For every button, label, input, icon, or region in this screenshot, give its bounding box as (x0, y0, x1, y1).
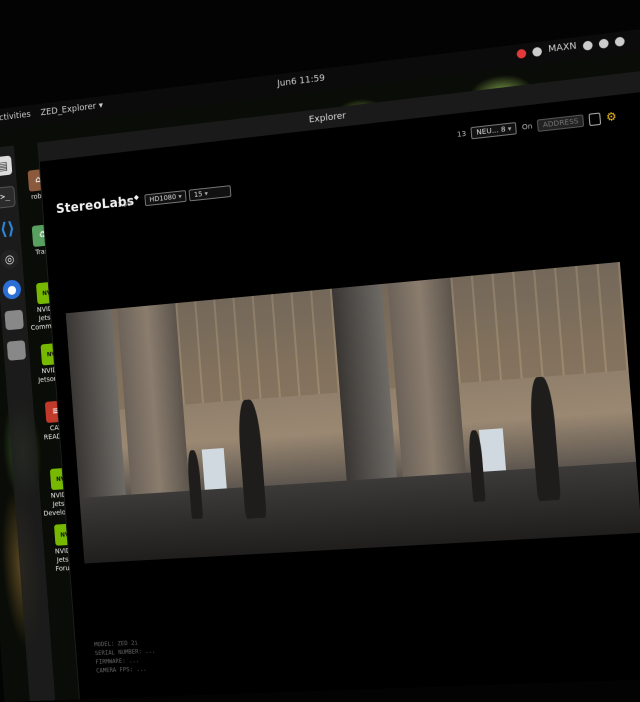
system-tray[interactable]: MAXN (516, 35, 625, 59)
obs-icon[interactable]: ◎ (0, 248, 20, 270)
stereo-video-view (65, 261, 640, 564)
field-label: On (521, 121, 533, 132)
nvidia-icon (532, 46, 543, 57)
network-icon (582, 39, 593, 51)
right-camera-frame (331, 261, 640, 549)
vscode-icon[interactable]: ⟨⟩ (0, 218, 17, 240)
resolution-controls: HD1080 15 (144, 185, 232, 207)
address-input[interactable]: ADDRESS (537, 113, 585, 132)
activities-button[interactable]: Activities (0, 110, 31, 124)
resolution-select[interactable]: HD1080 (144, 190, 187, 207)
power-icon (614, 35, 625, 47)
terminal-icon[interactable]: >_ (0, 185, 16, 209)
app-icon[interactable] (4, 309, 24, 331)
camera-stats: MODEL: ZED 2i SERIAL NUMBER: ... FIRMWAR… (94, 638, 157, 675)
power-mode-label: MAXN (547, 41, 578, 56)
desktop-screen: Activities ZED_Explorer ▾ Jun6 11:59 MAX… (0, 25, 640, 702)
left-camera-frame (65, 288, 353, 564)
depth-mode-select[interactable]: NEU... 8 (470, 121, 518, 139)
fps-select[interactable]: 15 (188, 185, 232, 202)
depth-label: 13 (456, 129, 467, 139)
files-icon[interactable]: ▤ (0, 155, 13, 177)
explorer-toolbar: 13 NEU... 8 On ADDRESS ⚙ (456, 110, 617, 141)
volume-icon (598, 37, 609, 49)
clock[interactable]: Jun6 11:59 (277, 73, 325, 89)
stats-line: CAMERA FPS: ... (95, 665, 147, 675)
app-icon[interactable] (6, 340, 27, 361)
version-label: 1.39 (116, 199, 132, 210)
gear-icon[interactable]: ⚙ (606, 110, 618, 125)
brand-mark: ◆ (133, 193, 140, 202)
record-icon[interactable] (588, 111, 602, 126)
explorer-window: Explorer 13 NEU... 8 On ADDRESS ⚙ Stereo… (37, 71, 640, 702)
chromium-icon[interactable]: ● (2, 279, 22, 300)
app-menu[interactable]: ZED_Explorer ▾ (40, 101, 103, 118)
record-indicator-icon (516, 48, 527, 59)
